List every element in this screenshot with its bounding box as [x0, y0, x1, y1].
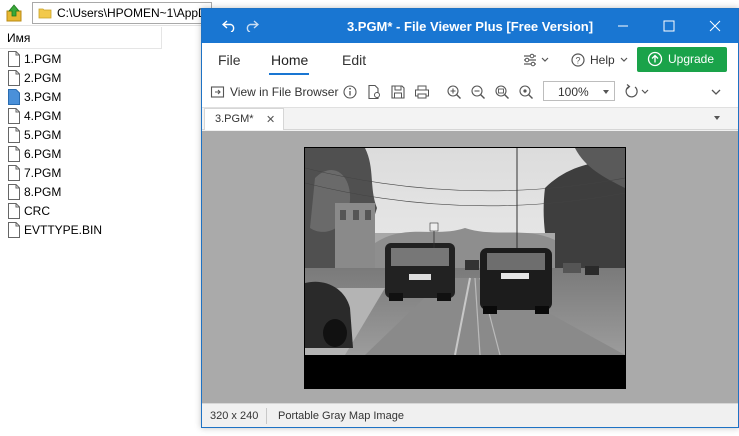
zoom-actual-icon[interactable] — [518, 84, 534, 100]
column-header-name[interactable]: Имя — [0, 27, 162, 49]
file-icon — [8, 222, 20, 238]
address-text: C:\Users\HPOMEN~1\AppData — [57, 6, 224, 20]
rotate-icon — [625, 84, 649, 98]
image-canvas[interactable] — [202, 131, 738, 403]
file-viewer-file-icon — [8, 89, 20, 105]
toolbar: View in File Browser 100% — [202, 76, 738, 108]
save-icon[interactable] — [390, 84, 406, 100]
file-icon — [8, 127, 20, 143]
tab-close-icon[interactable]: ✕ — [266, 113, 275, 126]
active-tab-indicator — [269, 73, 309, 75]
file-item[interactable]: 2.PGM — [0, 69, 160, 88]
file-name: 1.PGM — [24, 52, 62, 66]
file-name: EVTTYPE.BIN — [24, 223, 103, 237]
file-name: 2.PGM — [24, 71, 62, 85]
upgrade-icon — [647, 51, 663, 67]
file-icon — [8, 70, 20, 86]
close-icon — [709, 20, 721, 32]
file-icon — [8, 51, 20, 67]
minimize-button[interactable] — [600, 9, 646, 43]
tab-list-dropdown[interactable] — [714, 116, 720, 120]
file-icon — [8, 184, 20, 200]
zoom-fit-icon[interactable] — [494, 84, 510, 100]
zoom-value: 100% — [558, 85, 589, 99]
file-item[interactable]: 1.PGM — [0, 50, 160, 69]
chevron-down-icon — [603, 90, 609, 94]
file-icon — [8, 146, 20, 162]
up-folder-icon[interactable] — [4, 3, 24, 23]
settings-button[interactable] — [520, 50, 554, 70]
file-item-selected[interactable]: 3.PGM — [0, 88, 160, 107]
column-header-label: Имя — [7, 31, 31, 45]
maximize-icon — [663, 20, 675, 32]
chevron-down-icon — [711, 89, 721, 95]
collapse-ribbon-button[interactable] — [710, 86, 722, 98]
tab-strip: 3.PGM* ✕ — [202, 108, 738, 130]
file-item[interactable]: 8.PGM — [0, 183, 160, 202]
file-icon — [8, 165, 20, 181]
street-scene-image — [305, 148, 625, 388]
file-name: 8.PGM — [24, 185, 62, 199]
file-icon — [8, 203, 20, 219]
file-item[interactable]: 7.PGM — [0, 164, 160, 183]
help-button[interactable]: ? Help — [568, 50, 628, 70]
view-in-file-browser-button[interactable]: View in File Browser — [230, 85, 338, 99]
menu-edit[interactable]: Edit — [342, 52, 366, 68]
file-item[interactable]: 5.PGM — [0, 126, 160, 145]
address-bar[interactable]: C:\Users\HPOMEN~1\AppData — [32, 2, 223, 24]
document-tab[interactable]: 3.PGM* ✕ — [204, 108, 284, 130]
print-icon[interactable] — [414, 84, 430, 100]
help-icon: ? — [571, 53, 585, 67]
file-name: 4.PGM — [24, 109, 62, 123]
file-item[interactable]: 6.PGM — [0, 145, 160, 164]
file-name: CRC — [24, 204, 50, 218]
file-viewer-window: 3.PGM* - File Viewer Plus [Free Version]… — [201, 8, 739, 428]
file-properties-icon[interactable] — [366, 84, 382, 100]
file-item[interactable]: 4.PGM — [0, 107, 160, 126]
svg-text:?: ? — [575, 56, 580, 66]
image-dimensions: 320 x 240 — [210, 410, 259, 422]
maximize-button[interactable] — [646, 9, 692, 43]
file-name: 5.PGM — [24, 128, 62, 142]
file-item[interactable]: CRC — [0, 202, 160, 221]
close-button[interactable] — [692, 9, 738, 43]
zoom-select[interactable]: 100% — [543, 81, 615, 101]
title-bar[interactable]: 3.PGM* - File Viewer Plus [Free Version] — [202, 9, 738, 43]
status-bar: 320 x 240 Portable Gray Map Image — [202, 403, 738, 427]
file-icon — [8, 108, 20, 124]
minimize-icon — [618, 25, 628, 27]
settings-icon — [524, 53, 549, 67]
file-name: 7.PGM — [24, 166, 62, 180]
help-label: Help — [590, 53, 615, 67]
file-name: 3.PGM — [24, 90, 62, 104]
zoom-in-icon[interactable] — [446, 84, 462, 100]
status-divider — [266, 408, 267, 424]
info-icon[interactable] — [342, 84, 358, 100]
file-list: 1.PGM 2.PGM 3.PGM 4.PGM 5.PGM 6.PGM 7.PG… — [0, 50, 160, 240]
chevron-down-icon — [620, 57, 628, 62]
view-in-browser-icon[interactable] — [210, 84, 226, 100]
file-item[interactable]: EVTTYPE.BIN — [0, 221, 160, 240]
image-preview — [304, 147, 626, 389]
zoom-out-icon[interactable] — [470, 84, 486, 100]
tab-label: 3.PGM* — [215, 113, 254, 125]
menu-bar: File Home Edit ? Help Upgrade — [202, 43, 738, 76]
upgrade-button[interactable]: Upgrade — [637, 47, 727, 72]
folder-icon — [38, 6, 52, 20]
menu-file[interactable]: File — [218, 52, 241, 68]
rotate-button[interactable] — [622, 83, 652, 101]
file-type-label: Portable Gray Map Image — [278, 410, 404, 422]
file-name: 6.PGM — [24, 147, 62, 161]
menu-home[interactable]: Home — [271, 52, 308, 68]
upgrade-label: Upgrade — [668, 52, 715, 66]
